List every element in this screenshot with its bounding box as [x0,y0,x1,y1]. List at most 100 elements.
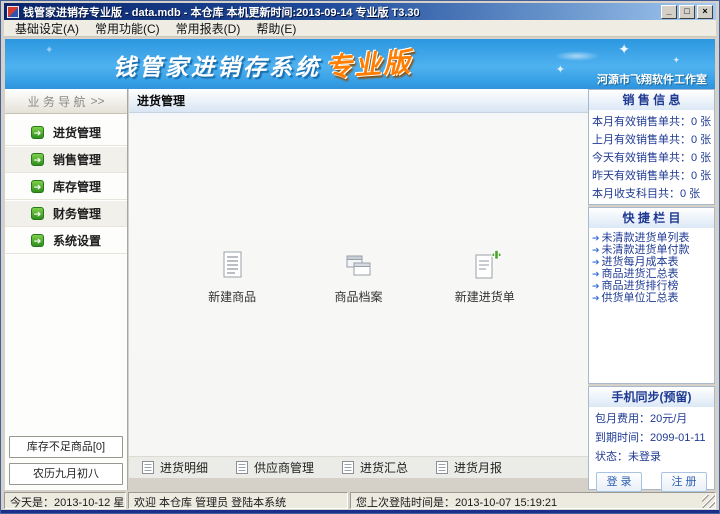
sidebar-item-finance-mgmt[interactable]: ➔ 财务管理 [5,200,127,227]
sales-info-box: 销 售 信 息 本月有效销售单共：0 张 上月有效销售单共：0 张 今天有效销售… [588,89,715,205]
banner-studio-name: 河源市飞翔软件工作室 [597,71,707,87]
sales-info-line: 今天有效销售单共：0 张 [592,149,711,167]
tab-label: 进货汇总 [360,459,408,476]
right-panel: 销 售 信 息 本月有效销售单共：0 张 上月有效销售单共：0 张 今天有效销售… [588,89,715,490]
tab-purchase-summary[interactable]: 进货汇总 [342,459,408,476]
content-area: 业 务 导 航 >> ➔ 进货管理 ➔ 销售管理 ➔ 库存管理 ➔ 财 [5,89,715,490]
sidebar-collapse-arrows[interactable]: >> [91,94,105,108]
tab-purchase-detail[interactable]: 进货明细 [142,459,208,476]
register-button[interactable]: 注 册 [661,472,707,492]
sparkle-glow-decoration [554,51,600,61]
green-arrow-icon: ➔ [31,234,44,247]
sidebar-item-sales-mgmt[interactable]: ➔ 销售管理 [5,146,127,173]
shortcut-new-product[interactable]: 新建商品 [189,249,275,305]
app-icon [7,6,19,18]
green-arrow-icon: ➔ [31,207,44,220]
quick-link-product-purchase-summary[interactable]: ➔商品进货汇总表 [592,268,711,280]
sales-line-value: 0 张 [691,134,711,146]
quick-link-label: 未清款进货单列表 [602,232,690,244]
sparkle-icon: ✦ [672,55,680,66]
sidebar-item-label: 系统设置 [53,232,101,249]
mobile-fee-line: 包月费用：20元/月 [595,410,708,429]
main-panel-title: 进货管理 [129,89,588,113]
shortcut-label: 新建进货单 [442,288,528,305]
mobile-expiry-line: 到期时间：2099-01-11 [595,429,708,448]
status-welcome: 欢迎 本仓库 管理员 登陆本系统 [128,492,348,509]
quick-link-unpaid-purchase-list[interactable]: ➔未清款进货单列表 [592,232,711,244]
tab-purchase-monthly-report[interactable]: 进货月报 [436,459,502,476]
window-title: 钱管家进销存专业版 - data.mdb - 本仓库 本机更新时间:2013-0… [23,4,661,20]
quick-links-box: 快 捷 栏 目 ➔未清款进货单列表 ➔未清款进货单付款 ➔进货每月成本表 ➔商品… [588,207,715,384]
sidebar-item-purchase-mgmt[interactable]: ➔ 进货管理 [5,119,127,146]
status-value: 未登录 [628,451,661,463]
blue-arrow-icon: ➔ [592,281,600,291]
low-stock-products-button[interactable]: 库存不足商品[0] [9,436,123,458]
quick-links-header: 快 捷 栏 目 [589,208,714,228]
sidebar-item-label: 销售管理 [53,151,101,168]
tab-label: 进货明细 [160,459,208,476]
document-icon [142,461,154,474]
expiry-value: 2099-01-11 [650,432,705,444]
sparkle-icon: ✦ [618,41,630,58]
status-last-login: 您上次登陆时间是：2013-10-07 15:19:21 [350,492,716,509]
quick-link-label: 商品进货汇总表 [602,268,679,280]
main-panel: 进货管理 新建商品 [129,89,588,478]
blue-arrow-icon: ➔ [592,257,600,267]
fee-label: 包月费用： [595,413,650,425]
menu-item-common-functions[interactable]: 常用功能(C) [88,19,167,38]
tab-supplier-mgmt[interactable]: 供应商管理 [236,459,314,476]
green-arrow-icon: ➔ [31,126,44,139]
menu-item-basic-settings[interactable]: 基础设定(A) [8,19,86,38]
blue-arrow-icon: ➔ [592,293,600,303]
shortcut-new-purchase-order[interactable]: 新建进货单 [442,249,528,305]
sales-info-line: 昨天有效销售单共：0 张 [592,167,711,185]
status-last-login-text: 您上次登陆时间是：2013-10-07 15:19:21 [356,497,557,509]
sales-line-value: 0 张 [680,188,700,200]
sales-info-line: 本月收支科目共：0 张 [592,185,711,203]
tab-label: 进货月报 [454,459,502,476]
green-arrow-icon: ➔ [31,180,44,193]
quick-link-product-purchase-ranking[interactable]: ➔商品进货排行榜 [592,280,711,292]
sidebar-item-label: 财务管理 [53,205,101,222]
sales-info-line: 上月有效销售单共：0 张 [592,131,711,149]
window-bottom-frame [1,510,719,513]
quick-link-supplier-summary[interactable]: ➔供货单位汇总表 [592,292,711,304]
fee-value: 20元/月 [650,413,687,425]
shortcut-label: 新建商品 [189,288,275,305]
sidebar-item-label: 进货管理 [53,124,101,141]
menu-bar: 基础设定(A) 常用功能(C) 常用报表(D) 帮助(E) [4,20,716,37]
quick-link-label: 进货每月成本表 [602,256,679,268]
document-icon [236,461,248,474]
sidebar-item-system-settings[interactable]: ➔ 系统设置 [5,227,127,254]
sales-line-label: 本月有效销售单共： [592,116,691,128]
login-button[interactable]: 登 录 [596,472,642,492]
sales-line-label: 本月收支科目共： [592,188,680,200]
new-purchase-order-icon [442,249,528,285]
shortcut-product-archive[interactable]: 商品档案 [315,249,401,305]
minimize-button[interactable]: _ [661,5,677,19]
new-product-icon [189,249,275,285]
menu-item-common-reports[interactable]: 常用报表(D) [169,19,248,38]
close-button[interactable]: × [697,5,713,19]
quick-link-label: 供货单位汇总表 [602,292,679,304]
mobile-status-line: 状态：未登录 [595,448,708,467]
document-icon [342,461,354,474]
sales-line-label: 昨天有效销售单共： [592,170,691,182]
sales-line-value: 0 张 [691,152,711,164]
sparkle-icon: ✦ [45,45,53,56]
quick-link-monthly-cost-report[interactable]: ➔进货每月成本表 [592,256,711,268]
status-label: 状态： [595,451,628,463]
quick-link-label: 商品进货排行榜 [602,280,679,292]
sparkle-icon: ✦ [556,63,565,76]
menu-item-help[interactable]: 帮助(E) [249,19,303,38]
app-window: 钱管家进销存专业版 - data.mdb - 本仓库 本机更新时间:2013-0… [0,0,720,514]
sidebar-item-inventory-mgmt[interactable]: ➔ 库存管理 [5,173,127,200]
maximize-button[interactable]: □ [679,5,695,19]
resize-grip[interactable] [702,495,715,508]
lunar-date-button[interactable]: 农历九月初八 [9,463,123,485]
sales-line-value: 0 张 [691,116,711,128]
document-icon [436,461,448,474]
quick-link-label: 未清款进货单付款 [602,244,690,256]
product-archive-icon [315,249,401,285]
quick-link-unpaid-purchase-payment[interactable]: ➔未清款进货单付款 [592,244,711,256]
